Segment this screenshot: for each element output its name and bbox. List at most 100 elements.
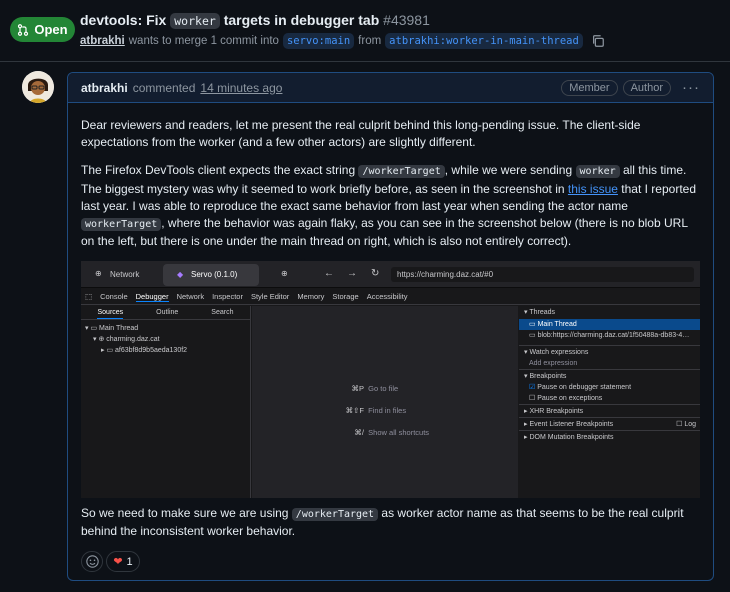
watch-label: Watch expressions	[529, 349, 589, 356]
pause-exceptions-row: ☐ Pause on exceptions	[529, 395, 603, 402]
p2-text-c: all this time.	[622, 163, 687, 178]
pr-meta: atbrakhi wants to merge 1 commit into se…	[80, 33, 605, 49]
shortcut-label-2: Show all shortcuts	[368, 428, 430, 437]
reaction-count: 1	[126, 555, 133, 568]
comment-card: atbrakhi commented 14 minutes ago Member…	[67, 72, 714, 581]
title-code: worker	[170, 13, 220, 29]
url-bar: https://charming.daz.cat/#0	[391, 267, 694, 282]
comment-timestamp[interactable]: 14 minutes ago	[200, 81, 282, 95]
tree-folder: ▸ ▭ af63bf8d9b5aeda130f2	[101, 347, 188, 354]
outline-tab: Outline	[156, 309, 179, 316]
thread-label-0: Main Thread	[537, 321, 577, 328]
comment-body: Dear reviewers and readers, let me prese…	[68, 103, 713, 275]
p3-text-a: So we need to make sure we are using	[81, 506, 289, 520]
dom-label: DOM Mutation Breakpoints	[529, 434, 614, 441]
url-text: https://charming.daz.cat/#0	[397, 270, 494, 279]
globe-icon-2: ⊕	[281, 269, 288, 278]
shortcut-show-all: ⌘/ Show all shortcuts	[342, 422, 429, 444]
breakpoints-label: Breakpoints	[529, 373, 567, 380]
xhr-label: XHR Breakpoints	[529, 408, 584, 415]
base-branch[interactable]: servo:main	[282, 33, 355, 49]
watch-header: ▾ Watch expressions	[519, 345, 700, 358]
back-arrow-icon: ←	[324, 268, 334, 279]
dt-memory: Memory	[297, 292, 325, 301]
add-reaction-button[interactable]	[81, 551, 103, 572]
shortcut-label-0: Go to file	[368, 384, 399, 393]
dt-debugger: Debugger	[135, 291, 169, 302]
thread-label-1: blob:https://charming.daz.cat/1f50488a-d…	[537, 332, 690, 339]
p2-code-3: workerTarget	[81, 218, 162, 232]
state-label: Open	[34, 22, 68, 37]
xhr-header: ▸ XHR Breakpoints	[519, 404, 700, 417]
sources-pane: Sources Outline Search ▾ ▭ Main Thread ▾…	[81, 306, 251, 498]
tree-label-1: charming.daz.cat	[106, 336, 160, 343]
shortcut-key-2: ⌘/	[354, 428, 364, 437]
heart-reaction-button[interactable]: ❤ 1	[106, 551, 140, 572]
p3-code: /workerTarget	[291, 508, 379, 521]
heart-icon: ❤	[113, 556, 123, 568]
dt-network: Network	[176, 292, 205, 301]
comment-author[interactable]: atbrakhi	[81, 81, 128, 95]
reload-icon: ↻	[371, 268, 380, 279]
browser-tab-servo: ◆ Servo (0.1.0)	[163, 264, 259, 286]
p2-code-2: worker	[575, 165, 620, 179]
member-badge: Member	[561, 79, 618, 96]
sources-tab: Sources	[97, 306, 124, 319]
pause-exceptions-label: Pause on exceptions	[537, 395, 603, 402]
embedded-screenshot[interactable]: ⊕ Network ◆ Servo (0.1.0) ⊕ ← → ↻ https:…	[81, 261, 700, 498]
dt-console: Console	[100, 292, 128, 301]
threads-label: Threads	[529, 309, 556, 316]
meta-text: wants to merge 1 commit into	[128, 35, 279, 47]
add-expression: Add expression	[529, 360, 578, 367]
tree-main-thread: ▾ ▭ Main Thread	[85, 325, 139, 332]
p2-text-d: The biggest mystery was why it seemed to…	[81, 181, 565, 196]
pause-debugger-row: ☑ Pause on debugger statement	[529, 384, 632, 391]
from-word: from	[358, 35, 382, 47]
title-prefix: devtools: Fix	[80, 12, 167, 28]
globe-icon: ⊕	[95, 269, 102, 278]
shortcut-find-in-files: ⌘⇧F Find in files	[342, 400, 429, 422]
pr-number: #43981	[383, 12, 430, 28]
thread-blob: ▭ blob:https://charming.daz.cat/1f50488a…	[529, 332, 690, 339]
avatar[interactable]	[22, 71, 54, 103]
event-header: ▸ Event Listener Breakpoints ☐ Log	[519, 417, 700, 430]
picker-icon: ⬚	[85, 292, 93, 301]
browser-tab-network: Network	[110, 270, 140, 279]
paragraph-3: So we need to make sure we are using /wo…	[81, 505, 701, 540]
browser-toolbar: ⊕ Network ◆ Servo (0.1.0) ⊕ ← → ↻ https:…	[81, 261, 700, 288]
forward-arrow-icon: →	[347, 268, 357, 279]
issue-link[interactable]: this issue	[568, 182, 618, 196]
log-label: Log	[684, 421, 696, 428]
p2-text-a: The Firefox DevTools client expects the …	[81, 163, 356, 178]
paragraph-2: The Firefox DevTools client expects the …	[81, 162, 700, 250]
devtools-tabs: ⬚ Console Debugger Network Inspector Sty…	[81, 289, 700, 305]
sources-tabs: Sources Outline Search	[81, 306, 250, 320]
pause-debugger-label: Pause on debugger statement	[537, 384, 632, 391]
p2-text-b: , while we were sending	[444, 163, 573, 178]
dom-header: ▸ DOM Mutation Breakpoints	[519, 430, 700, 443]
dt-inspector: Inspector	[212, 292, 243, 301]
pr-header: Open devtools: Fix worker targets in deb…	[0, 0, 730, 62]
tree-domain: ▾ ⊕ charming.daz.cat	[93, 336, 160, 343]
event-label: Event Listener Breakpoints	[529, 421, 614, 428]
tree-label-0: Main Thread	[99, 325, 139, 332]
shortcut-key-0: ⌘P	[351, 384, 364, 393]
dt-storage: Storage	[332, 292, 359, 301]
title-suffix: targets in debugger tab	[223, 12, 380, 28]
pr-author-link[interactable]: atbrakhi	[80, 35, 125, 47]
threads-header: ▾ Threads	[524, 309, 556, 316]
servo-logo-icon: ◆	[177, 270, 184, 279]
p2-code-1: /workerTarget	[358, 165, 445, 179]
author-badge: Author	[622, 79, 671, 96]
search-tab: Search	[211, 309, 234, 316]
shortcut-label-1: Find in files	[368, 406, 407, 415]
editor-placeholder: ⌘P Go to file ⌘⇧F Find in files ⌘/ Show …	[252, 306, 518, 498]
pull-request-icon	[18, 23, 29, 36]
pr-title: devtools: Fix worker targets in debugger…	[80, 12, 430, 29]
head-branch[interactable]: atbrakhi:worker-in-main-thread	[385, 33, 583, 49]
copy-icon[interactable]	[591, 34, 605, 48]
breakpoints-header: ▾ Breakpoints	[519, 369, 700, 382]
p2-text-f: , where the behavior was again flaky, as…	[81, 216, 688, 249]
kebab-menu-icon[interactable]: ···	[682, 79, 700, 96]
dt-accessibility: Accessibility	[366, 292, 408, 301]
